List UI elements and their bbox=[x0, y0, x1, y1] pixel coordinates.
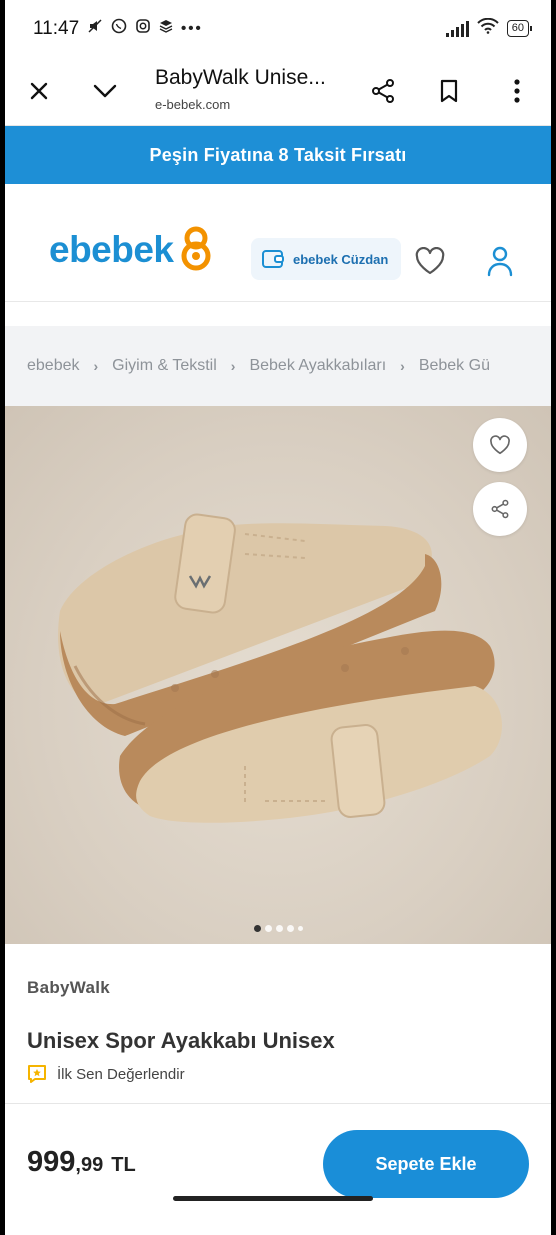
review-star-icon bbox=[28, 1065, 46, 1083]
chevron-right-icon: › bbox=[230, 358, 236, 374]
wallet-label: ebebek Cüzdan bbox=[293, 251, 389, 267]
wallet-button[interactable]: ebebek Cüzdan bbox=[251, 238, 401, 280]
breadcrumb-item-home[interactable]: ebebek bbox=[27, 357, 80, 375]
home-indicator[interactable] bbox=[173, 1196, 373, 1201]
favorites-heart-icon[interactable] bbox=[413, 244, 447, 278]
share-icon[interactable] bbox=[363, 71, 403, 111]
breadcrumb-item-clothing[interactable]: Giyim & Tekstil bbox=[112, 357, 217, 375]
share-product-icon[interactable] bbox=[473, 482, 527, 536]
gallery-dot[interactable] bbox=[253, 925, 261, 932]
logo-text: ebebek bbox=[49, 229, 174, 270]
gallery-dot[interactable] bbox=[275, 925, 283, 932]
chevron-down-icon[interactable] bbox=[85, 71, 125, 111]
system-icons: 60 bbox=[445, 17, 533, 39]
breadcrumb-item-current[interactable]: Bebek Gü bbox=[419, 357, 490, 375]
price-cents: ,99 bbox=[75, 1154, 104, 1176]
gallery-dot[interactable] bbox=[297, 926, 303, 931]
more-notifications-icon: ••• bbox=[181, 19, 203, 37]
whatsapp-icon bbox=[111, 18, 127, 38]
chevron-right-icon: › bbox=[400, 358, 405, 374]
wallet-icon bbox=[262, 250, 284, 268]
product-photo-shoes bbox=[58, 513, 502, 823]
layers-icon bbox=[159, 19, 173, 37]
favorite-heart-icon[interactable] bbox=[473, 418, 527, 472]
product-image-gallery[interactable] bbox=[5, 406, 551, 944]
product-name: Unisex Spor Ayakkabı Unisex bbox=[27, 1028, 335, 1053]
product-price: 999,99 TL bbox=[27, 1146, 136, 1179]
page-url: e-bebek.com bbox=[155, 97, 231, 112]
instagram-icon bbox=[135, 18, 151, 38]
add-to-cart-button[interactable]: Sepete Ekle bbox=[323, 1130, 529, 1198]
mute-icon bbox=[87, 18, 103, 38]
rating-row[interactable]: İlk Sen Değerlendir bbox=[27, 1064, 529, 1084]
status-time: 11:47 bbox=[33, 18, 80, 39]
rating-link: İlk Sen Değerlendir bbox=[57, 1065, 185, 1083]
breadcrumb-item-baby-shoes[interactable]: Bebek Ayakkabıları bbox=[249, 357, 386, 375]
gallery-dot[interactable] bbox=[286, 925, 294, 932]
chevron-right-icon: › bbox=[93, 358, 99, 374]
product-info: BabyWalk Unisex Spor Ayakkabı Unisex İlk… bbox=[5, 944, 551, 1104]
page-title: BabyWalk Unise... bbox=[155, 66, 326, 89]
logo-mark-icon bbox=[181, 226, 211, 271]
wifi-icon bbox=[477, 17, 499, 39]
product-brand[interactable]: BabyWalk bbox=[27, 978, 529, 998]
price-main: 999 bbox=[27, 1146, 76, 1178]
status-bar: 11:47 ••• 60 bbox=[5, 0, 551, 56]
browser-toolbar: BabyWalk Unise... e-bebek.com bbox=[5, 56, 551, 126]
breadcrumb: ebebek › Giyim & Tekstil › Bebek Ayakkab… bbox=[5, 326, 551, 406]
site-header: ebebek ebebek Cüzdan bbox=[5, 184, 551, 302]
signal-icon bbox=[445, 20, 469, 37]
gallery-pagination bbox=[5, 925, 551, 932]
notification-icons: ••• bbox=[87, 18, 203, 38]
more-options-icon[interactable] bbox=[497, 71, 537, 111]
screen: 11:47 ••• 60 BabyWalk Unise... e-bebek.c… bbox=[5, 0, 551, 1235]
gallery-dot[interactable] bbox=[264, 925, 272, 932]
bookmark-icon[interactable] bbox=[429, 71, 469, 111]
ebebek-logo[interactable]: ebebek bbox=[49, 226, 216, 272]
price-currency: TL bbox=[111, 1154, 136, 1176]
user-account-icon[interactable] bbox=[483, 244, 517, 278]
battery-indicator: 60 bbox=[506, 20, 533, 37]
promo-banner[interactable]: Peşin Fiyatına 8 Taksit Fırsatı bbox=[5, 126, 551, 184]
close-icon[interactable] bbox=[19, 71, 59, 111]
